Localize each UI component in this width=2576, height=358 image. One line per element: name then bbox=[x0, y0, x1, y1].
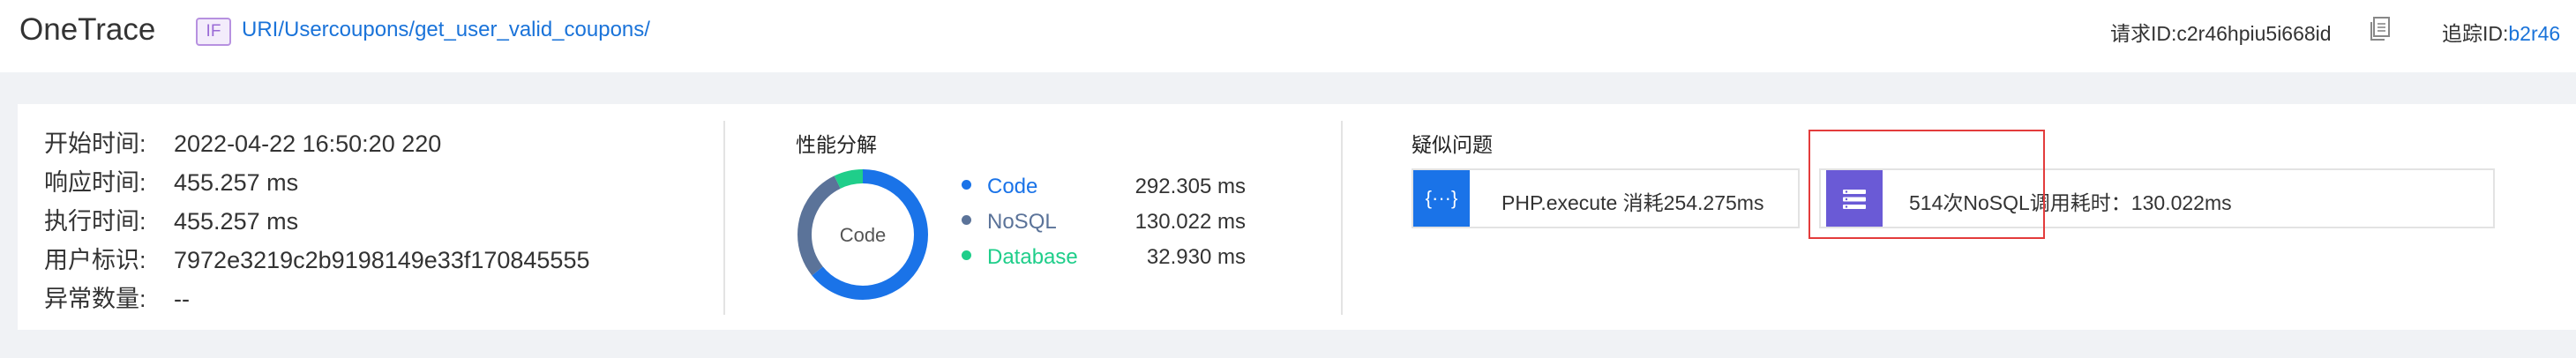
info-value: 455.257 ms bbox=[174, 169, 299, 196]
performance-title: 性能分解 bbox=[796, 133, 877, 156]
info-error-count: 异常数量: -- bbox=[44, 280, 190, 314]
issue-card-php[interactable]: {···} PHP.execute 消耗254.275ms bbox=[1412, 168, 1800, 228]
legend-dot bbox=[962, 250, 971, 260]
highlight-box bbox=[1808, 130, 2045, 239]
type-badge: IF bbox=[196, 18, 231, 46]
request-id-value: c2r46hpiu5i668id bbox=[2176, 22, 2332, 45]
copy-icon[interactable] bbox=[2369, 16, 2392, 42]
app-brand[interactable]: OneTrace bbox=[19, 12, 155, 48]
info-value: 2022-04-22 16:50:20 220 bbox=[174, 131, 442, 157]
info-value: 455.257 ms bbox=[174, 208, 299, 235]
legend-code: Code 292.305 ms bbox=[962, 175, 1246, 199]
legend-label: NoSQL bbox=[987, 210, 1057, 234]
info-key: 异常数量: bbox=[44, 286, 146, 312]
uri-link[interactable]: URI/Usercoupons/get_user_valid_coupons/ bbox=[242, 18, 650, 42]
issue-text: PHP.execute 消耗254.275ms bbox=[1501, 191, 1764, 214]
braces-icon: {···} bbox=[1413, 170, 1470, 227]
info-response-time: 响应时间: 455.257 ms bbox=[44, 163, 298, 198]
top-header: OneTrace IF URI/Usercoupons/get_user_val… bbox=[0, 0, 2576, 72]
info-exec-time: 执行时间: 455.257 ms bbox=[44, 202, 298, 236]
request-id-label: 请求ID: bbox=[2110, 22, 2177, 45]
info-start-time: 开始时间: 2022-04-22 16:50:20 220 bbox=[44, 124, 441, 159]
legend-value: 292.305 ms bbox=[1134, 175, 1246, 198]
legend-dot bbox=[962, 215, 971, 225]
info-key: 用户标识: bbox=[44, 247, 146, 273]
legend-nosql: NoSQL 130.022 ms bbox=[962, 210, 1246, 235]
info-value: 7972e3219c2b9198149e33f170845555 bbox=[174, 247, 590, 273]
trace-id-label: 追踪ID: bbox=[2442, 22, 2509, 45]
info-key: 开始时间: bbox=[44, 131, 146, 157]
donut-center-label: Code bbox=[840, 224, 887, 246]
info-value: -- bbox=[174, 286, 190, 312]
legend-dot bbox=[962, 180, 971, 190]
request-id: 请求ID:c2r46hpiu5i668id bbox=[2110, 17, 2332, 47]
divider-1 bbox=[723, 121, 725, 315]
trace-id: 追踪ID:b2r46 bbox=[2442, 17, 2560, 47]
legend-value: 130.022 ms bbox=[1134, 210, 1246, 234]
info-key: 响应时间: bbox=[44, 169, 146, 196]
info-user-id: 用户标识: 7972e3219c2b9198149e33f170845555 bbox=[44, 241, 590, 275]
divider-2 bbox=[1341, 121, 1343, 315]
performance-donut-chart: Code bbox=[798, 169, 928, 300]
legend-label: Code bbox=[987, 175, 1038, 198]
issues-title: 疑似问题 bbox=[1412, 133, 1493, 156]
legend-label: Database bbox=[987, 245, 1078, 269]
info-key: 执行时间: bbox=[44, 208, 146, 235]
trace-id-value[interactable]: b2r46 bbox=[2508, 22, 2560, 45]
legend-database: Database 32.930 ms bbox=[962, 245, 1246, 270]
legend-value: 32.930 ms bbox=[1146, 245, 1246, 269]
